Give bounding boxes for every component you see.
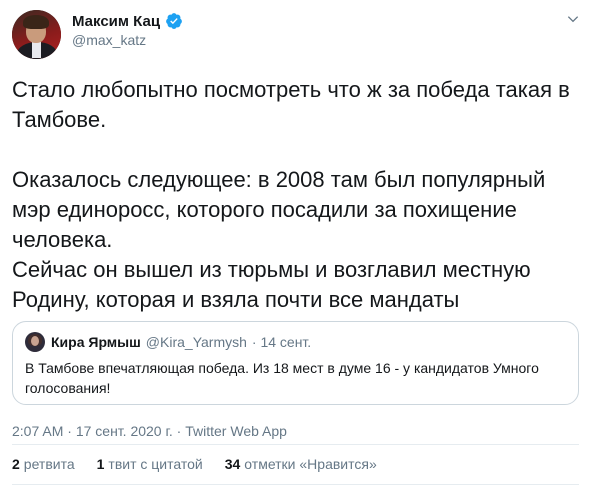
retweets-label: ретвита (23, 456, 75, 472)
meta-separator: · (172, 423, 186, 439)
quoted-tweet-date: · 14 сент. (251, 334, 312, 350)
tweet: Максим Кац @max_katz Стало любопытно пос… (0, 0, 591, 504)
divider (12, 484, 579, 485)
tweet-stats: 2 ретвита 1 твит с цитатой 34 отметки «Нрав… (12, 444, 579, 484)
verified-badge-icon (166, 13, 182, 29)
quoted-author-avatar (25, 332, 45, 352)
quote-tweets-stat[interactable]: 1 твит с цитатой (97, 456, 203, 472)
author-name[interactable]: Максим Кац (72, 13, 160, 30)
quote-tweets-label: твит с цитатой (108, 456, 203, 472)
likes-count: 34 (224, 456, 241, 472)
tweet-source[interactable]: Twitter Web App (185, 423, 287, 439)
quoted-tweet-text: В Тамбове впечатляющая победа. Из 18 мес… (25, 360, 539, 396)
quoted-tweet[interactable]: Кира Ярмыш @Kira_Yarmysh · 14 сент. В Та… (12, 321, 579, 405)
chevron-down-icon[interactable] (566, 12, 580, 26)
quoted-tweet-header: Кира Ярмыш @Kira_Yarmysh · 14 сент. (25, 332, 311, 352)
tweet-paragraph: Сейчас он вышел из тюрьмы и возглавил ме… (12, 257, 531, 312)
likes-stat[interactable]: 34 отметки «Нравится» (225, 456, 377, 472)
quoted-author-handle: @Kira_Yarmysh (145, 334, 247, 350)
tweet-paragraph: Стало любопытно посмотреть что ж за побе… (12, 77, 570, 132)
tweet-text: Стало любопытно посмотреть что ж за побе… (12, 75, 582, 315)
tweet-meta: 2:07 AM · 17 сент. 2020 г. · Twitter Web… (12, 423, 287, 439)
retweets-stat[interactable]: 2 ретвита (12, 456, 75, 472)
meta-separator: · (63, 423, 76, 439)
retweets-count: 2 (12, 456, 20, 472)
author-name-row: Максим Кац (72, 12, 183, 30)
author-avatar[interactable] (12, 10, 61, 59)
tweet-paragraph: Оказалось следующее: в 2008 там был попу… (12, 167, 546, 252)
quoted-author-name: Кира Ярмыш (51, 334, 141, 350)
tweet-date[interactable]: 17 сент. 2020 г. (76, 423, 173, 439)
tweet-time[interactable]: 2:07 AM (12, 423, 63, 439)
likes-label: отметки «Нравится» (244, 456, 377, 472)
quote-tweets-count: 1 (96, 456, 105, 472)
author-handle[interactable]: @max_katz (72, 32, 146, 48)
